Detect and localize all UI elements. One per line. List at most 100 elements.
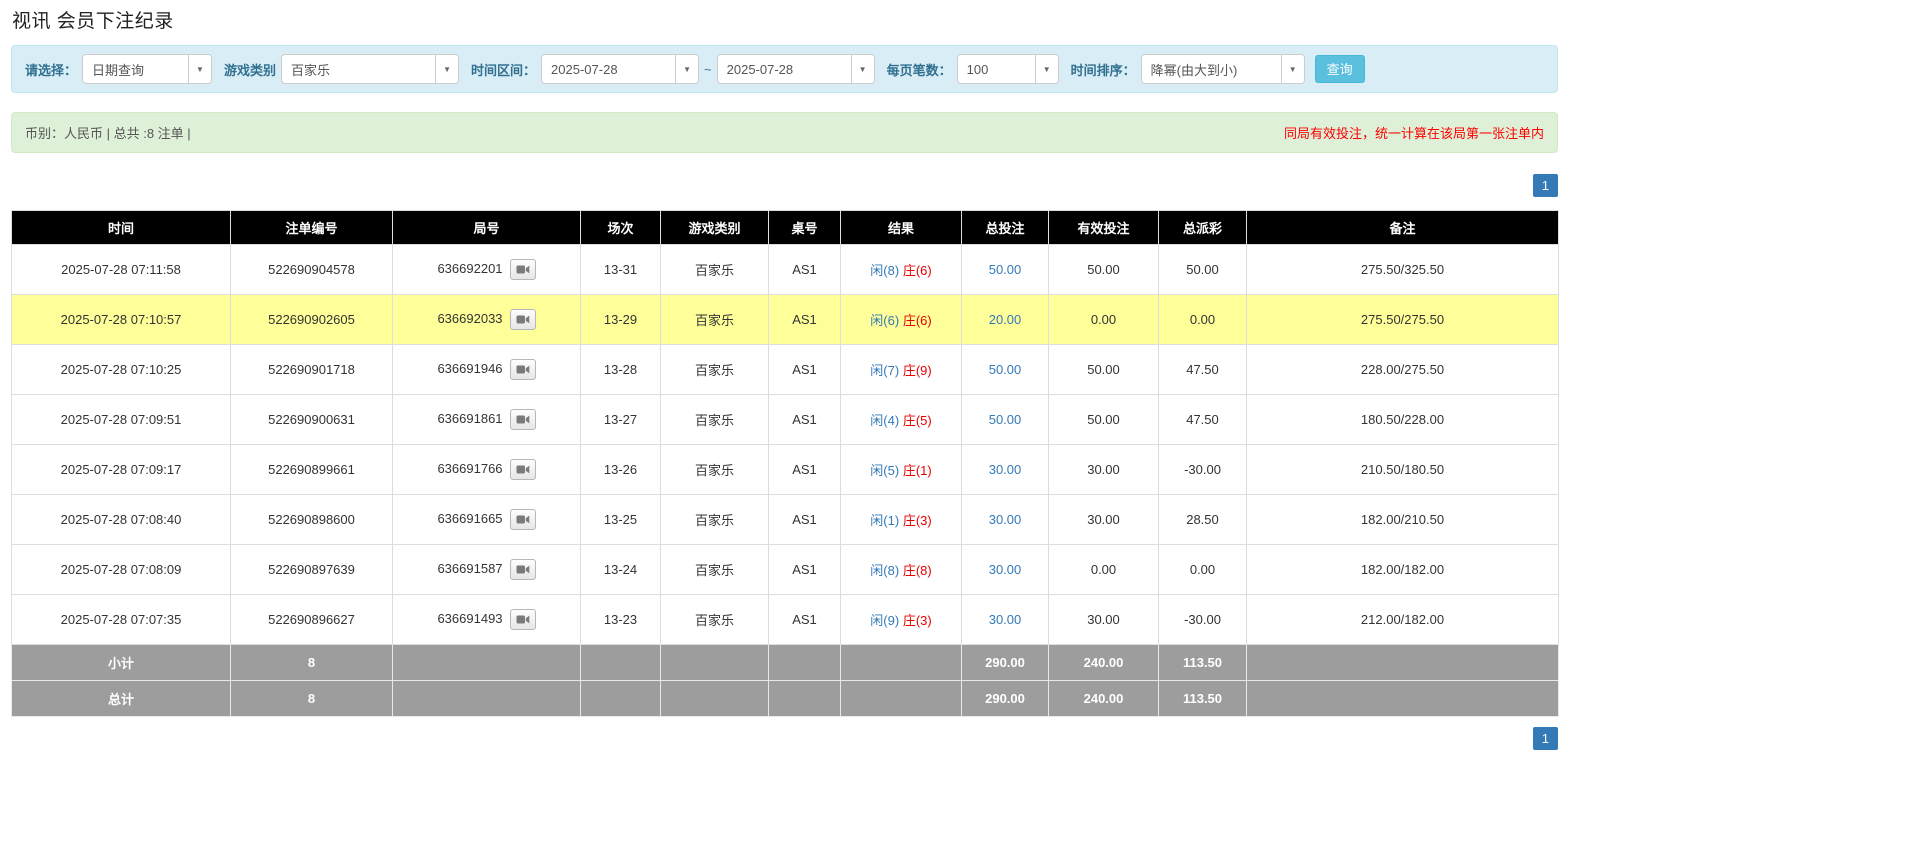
cell-table-number: AS1 bbox=[769, 445, 841, 495]
chevron-down-icon[interactable]: ▼ bbox=[188, 55, 211, 83]
column-header: 总投注 bbox=[962, 211, 1049, 245]
cell-table-number: AS1 bbox=[769, 245, 841, 295]
page-1-button[interactable]: 1 bbox=[1533, 727, 1558, 750]
summary-row: 总计8290.00240.00113.50 bbox=[12, 681, 1559, 717]
round-video-button[interactable] bbox=[510, 609, 536, 630]
result-player: 闲(8) bbox=[870, 263, 899, 278]
total-bet-link[interactable]: 30.00 bbox=[989, 562, 1022, 577]
cell-result: 闲(7) 庄(9) bbox=[841, 345, 962, 395]
date-to-picker[interactable]: 2025-07-28 ▼ bbox=[717, 54, 875, 84]
page-size-select[interactable]: 100 ▼ bbox=[957, 54, 1059, 84]
round-video-button[interactable] bbox=[510, 259, 536, 280]
sort-select[interactable]: 降幂(由大到小) ▼ bbox=[1141, 54, 1305, 84]
search-button[interactable]: 查询 bbox=[1315, 55, 1365, 83]
round-video-button[interactable] bbox=[510, 409, 536, 430]
query-type-label: 请选择： bbox=[25, 60, 77, 79]
round-number: 636691493 bbox=[437, 611, 502, 626]
cell-result: 闲(8) 庄(8) bbox=[841, 545, 962, 595]
summary-empty bbox=[1247, 645, 1559, 681]
round-video-button[interactable] bbox=[510, 359, 536, 380]
cell-time: 2025-07-28 07:08:40 bbox=[12, 495, 231, 545]
cell-bet-id: 522690898600 bbox=[231, 495, 393, 545]
cell-game-type: 百家乐 bbox=[661, 495, 769, 545]
table-row: 2025-07-28 07:11:58522690904578636692201… bbox=[12, 245, 1559, 295]
round-video-button[interactable] bbox=[510, 309, 536, 330]
round-video-button[interactable] bbox=[510, 459, 536, 480]
summary-empty bbox=[841, 681, 962, 717]
total-bet-link[interactable]: 50.00 bbox=[989, 362, 1022, 377]
chevron-down-icon[interactable]: ▼ bbox=[1035, 55, 1058, 83]
cell-time: 2025-07-28 07:09:17 bbox=[12, 445, 231, 495]
summary-total-bet: 290.00 bbox=[962, 645, 1049, 681]
cell-round: 636691861 bbox=[393, 395, 581, 445]
total-bet-link[interactable]: 30.00 bbox=[989, 612, 1022, 627]
table-row: 2025-07-28 07:08:40522690898600 636691665… bbox=[12, 495, 1559, 545]
page-1-button[interactable]: 1 bbox=[1533, 174, 1558, 197]
cell-session: 13-29 bbox=[581, 295, 661, 345]
page-size-value: 100 bbox=[958, 62, 998, 77]
cell-total-bet: 30.00 bbox=[962, 495, 1049, 545]
records-body: 2025-07-28 07:11:58522690904578636692201… bbox=[12, 245, 1559, 645]
header-row: 时间注单编号局号场次游戏类别桌号结果总投注有效投注总派彩备注 bbox=[12, 211, 1559, 245]
cell-bet-id: 522690899661 bbox=[231, 445, 393, 495]
cell-session: 13-31 bbox=[581, 245, 661, 295]
total-bet-link[interactable]: 50.00 bbox=[989, 262, 1022, 277]
round-number: 636691665 bbox=[437, 511, 502, 526]
cell-time: 2025-07-28 07:08:09 bbox=[12, 545, 231, 595]
summary-row: 小计8290.00240.00113.50 bbox=[12, 645, 1559, 681]
result-banker: 庄(3) bbox=[903, 513, 932, 528]
chevron-down-icon[interactable]: ▼ bbox=[675, 55, 698, 83]
summary-label: 小计 bbox=[12, 645, 231, 681]
total-bet-link[interactable]: 30.00 bbox=[989, 512, 1022, 527]
chevron-down-icon[interactable]: ▼ bbox=[435, 55, 458, 83]
cell-time: 2025-07-28 07:10:25 bbox=[12, 345, 231, 395]
result-player: 闲(6) bbox=[870, 313, 899, 328]
cell-total-bet: 30.00 bbox=[962, 595, 1049, 645]
cell-remark: 212.00/182.00 bbox=[1247, 595, 1559, 645]
summary-payout: 113.50 bbox=[1159, 681, 1247, 717]
cell-table-number: AS1 bbox=[769, 595, 841, 645]
column-header: 局号 bbox=[393, 211, 581, 245]
summary-empty bbox=[1247, 681, 1559, 717]
cell-remark: 210.50/180.50 bbox=[1247, 445, 1559, 495]
cell-result: 闲(9) 庄(3) bbox=[841, 595, 962, 645]
result-player: 闲(4) bbox=[870, 413, 899, 428]
round-number: 636691946 bbox=[437, 361, 502, 376]
game-type-select[interactable]: 百家乐 ▼ bbox=[281, 54, 459, 84]
round-video-button[interactable] bbox=[510, 509, 536, 530]
date-from-picker[interactable]: 2025-07-28 ▼ bbox=[541, 54, 699, 84]
total-bet-link[interactable]: 30.00 bbox=[989, 462, 1022, 477]
cell-remark: 228.00/275.50 bbox=[1247, 345, 1559, 395]
page-size-label: 每页笔数： bbox=[887, 60, 952, 79]
chevron-down-icon[interactable]: ▼ bbox=[1281, 55, 1304, 83]
cell-remark: 275.50/275.50 bbox=[1247, 295, 1559, 345]
records-foot: 小计8290.00240.00113.50总计8290.00240.00113.… bbox=[12, 645, 1559, 717]
cell-payout: 28.50 bbox=[1159, 495, 1247, 545]
summary-empty bbox=[769, 681, 841, 717]
chevron-down-icon[interactable]: ▼ bbox=[851, 55, 874, 83]
column-header: 场次 bbox=[581, 211, 661, 245]
pagination-top: 1 bbox=[11, 174, 1558, 197]
cell-valid-bet: 30.00 bbox=[1049, 445, 1159, 495]
cell-session: 13-28 bbox=[581, 345, 661, 395]
cell-bet-id: 522690901718 bbox=[231, 345, 393, 395]
pagination-bottom: 1 bbox=[11, 727, 1558, 750]
result-banker: 庄(3) bbox=[903, 613, 932, 628]
video-icon bbox=[516, 514, 530, 525]
column-header: 注单编号 bbox=[231, 211, 393, 245]
cell-game-type: 百家乐 bbox=[661, 395, 769, 445]
summary-empty bbox=[393, 645, 581, 681]
total-bet-link[interactable]: 20.00 bbox=[989, 312, 1022, 327]
round-number: 636692033 bbox=[437, 311, 502, 326]
bet-records-table: 时间注单编号局号场次游戏类别桌号结果总投注有效投注总派彩备注 2025-07-2… bbox=[11, 210, 1559, 717]
summary-label: 总计 bbox=[12, 681, 231, 717]
summary-count: 8 bbox=[231, 681, 393, 717]
total-bet-link[interactable]: 50.00 bbox=[989, 412, 1022, 427]
result-banker: 庄(5) bbox=[903, 413, 932, 428]
round-video-button[interactable] bbox=[510, 559, 536, 580]
query-type-select[interactable]: 日期查询 ▼ bbox=[82, 54, 212, 84]
date-to-value: 2025-07-28 bbox=[718, 62, 803, 77]
cell-result: 闲(1) 庄(3) bbox=[841, 495, 962, 545]
cell-time: 2025-07-28 07:09:51 bbox=[12, 395, 231, 445]
summary-total-bet: 290.00 bbox=[962, 681, 1049, 717]
